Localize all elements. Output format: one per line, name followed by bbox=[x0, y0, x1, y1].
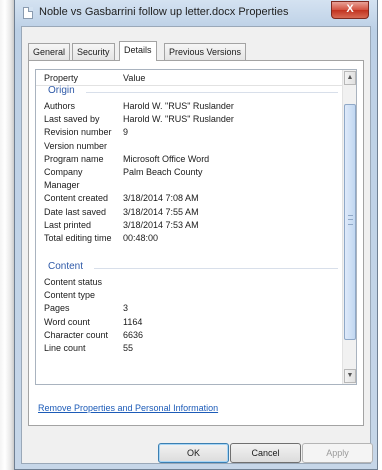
value-column-header[interactable]: Value bbox=[123, 73, 145, 83]
property-value[interactable]: 6636 bbox=[123, 330, 143, 340]
document-icon bbox=[23, 7, 33, 19]
group-heading: Origin bbox=[48, 85, 75, 96]
property-name: Manager bbox=[44, 180, 80, 191]
property-row[interactable]: Total editing time 00:48:00 bbox=[36, 232, 342, 245]
cancel-button[interactable]: Cancel bbox=[230, 443, 301, 463]
group-origin: Origin bbox=[36, 85, 342, 98]
property-name: Date last saved bbox=[44, 206, 107, 217]
property-name: Revision number bbox=[44, 127, 112, 138]
properties-window: Noble vs Gasbarrini follow up letter.doc… bbox=[14, 0, 378, 470]
property-row[interactable]: Content type bbox=[36, 289, 342, 302]
property-row[interactable]: Character count 6636 bbox=[36, 329, 342, 342]
property-row[interactable]: Word count 1164 bbox=[36, 316, 342, 329]
property-row[interactable]: Date last saved 3/18/2014 7:55 AM bbox=[36, 206, 342, 219]
property-column-header[interactable]: Property bbox=[44, 73, 78, 83]
close-button[interactable]: X bbox=[331, 1, 369, 19]
apply-button[interactable]: Apply bbox=[302, 443, 373, 463]
property-row[interactable]: Last printed 3/18/2014 7:53 AM bbox=[36, 219, 342, 232]
property-row[interactable]: Program name Microsoft Office Word bbox=[36, 153, 342, 166]
group-divider bbox=[94, 268, 338, 269]
property-value[interactable]: 55 bbox=[123, 343, 133, 353]
property-name: Pages bbox=[44, 303, 70, 314]
vertical-scrollbar[interactable]: ▲ ▼ bbox=[342, 70, 356, 384]
property-name: Company bbox=[44, 167, 83, 177]
group-divider bbox=[86, 92, 338, 93]
property-value[interactable]: 1164 bbox=[123, 317, 142, 327]
grip-icon bbox=[348, 215, 353, 225]
title-bar[interactable]: Noble vs Gasbarrini follow up letter.doc… bbox=[15, 0, 377, 26]
scroll-thumb[interactable] bbox=[344, 104, 356, 340]
property-name: Total editing time bbox=[44, 233, 112, 243]
ok-button[interactable]: OK bbox=[158, 443, 229, 463]
property-name: Last saved by bbox=[44, 114, 100, 125]
property-value[interactable]: 3 bbox=[123, 303, 128, 313]
group-content: Content bbox=[36, 261, 342, 274]
property-value[interactable]: 3/18/2014 7:08 AM bbox=[123, 193, 199, 203]
property-name: Content created bbox=[44, 193, 109, 204]
property-value[interactable]: 3/18/2014 7:53 AM bbox=[123, 220, 199, 230]
property-name: Content status bbox=[44, 277, 103, 287]
property-name: Character count bbox=[44, 329, 109, 340]
property-value[interactable]: Harold W. "RUS" Ruslander bbox=[123, 114, 234, 124]
property-name: Content type bbox=[44, 290, 96, 301]
property-row[interactable]: Line count 55 bbox=[36, 342, 342, 355]
property-row[interactable]: Content status bbox=[36, 276, 342, 289]
property-row[interactable]: Manager bbox=[36, 179, 342, 192]
dialog-body: General Security Details Previous Versio… bbox=[21, 26, 373, 464]
scroll-down-arrow-icon[interactable]: ▼ bbox=[344, 369, 356, 383]
property-name: Word count bbox=[44, 316, 90, 327]
property-row[interactable]: Pages 3 bbox=[36, 302, 342, 315]
tab-general[interactable]: General bbox=[28, 43, 71, 60]
property-row[interactable]: Authors Harold W. "RUS" Ruslander bbox=[36, 100, 342, 113]
tab-security[interactable]: Security bbox=[72, 43, 115, 60]
property-name: Last printed bbox=[44, 219, 92, 230]
property-row[interactable]: Content created 3/18/2014 7:08 AM bbox=[36, 192, 342, 205]
property-name: Program name bbox=[44, 153, 104, 164]
property-value[interactable]: 9 bbox=[123, 127, 128, 137]
desktop-edge bbox=[0, 0, 14, 470]
property-row[interactable]: Last saved by Harold W. "RUS" Ruslander bbox=[36, 113, 342, 126]
details-panel: Property Value Origin Authors Harold W. "… bbox=[28, 60, 364, 426]
property-value[interactable]: Harold W. "RUS" Ruslander bbox=[123, 101, 234, 111]
tab-previous-versions[interactable]: Previous Versions bbox=[164, 43, 247, 60]
property-value[interactable]: 00:48:00 bbox=[123, 233, 158, 243]
property-value[interactable]: Microsoft Office Word bbox=[123, 154, 209, 164]
tab-details[interactable]: Details bbox=[119, 41, 157, 61]
property-row[interactable]: Revision number 9 bbox=[36, 126, 342, 139]
property-value[interactable]: Palm Beach County bbox=[123, 167, 203, 177]
remove-properties-link[interactable]: Remove Properties and Personal Informati… bbox=[38, 403, 218, 413]
property-value[interactable]: 3/18/2014 7:55 AM bbox=[123, 207, 199, 217]
property-name: Authors bbox=[44, 101, 76, 111]
property-row[interactable]: Company Palm Beach County bbox=[36, 166, 342, 179]
property-name: Version number bbox=[44, 140, 108, 151]
scroll-up-arrow-icon[interactable]: ▲ bbox=[344, 71, 356, 85]
property-row[interactable]: Version number bbox=[36, 140, 342, 153]
property-name: Line count bbox=[44, 343, 86, 353]
list-header: Property Value bbox=[36, 70, 342, 86]
window-title: Noble vs Gasbarrini follow up letter.doc… bbox=[39, 6, 289, 18]
properties-list[interactable]: Property Value Origin Authors Harold W. "… bbox=[35, 69, 357, 385]
group-heading: Content bbox=[48, 261, 84, 272]
